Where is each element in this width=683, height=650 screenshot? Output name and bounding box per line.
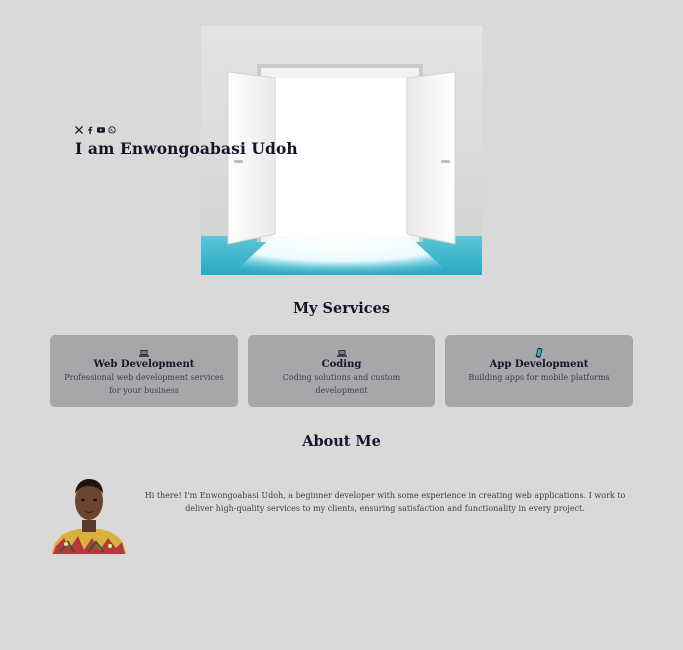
service-card-web-development[interactable]: Web Development Professional web develop…: [50, 335, 238, 407]
services-heading: My Services: [292, 300, 390, 317]
mobile-phone-icon: [533, 344, 545, 358]
service-description: Coding solutions and custom development: [282, 373, 401, 395]
service-title: Coding: [321, 359, 362, 370]
laptop-icon: [138, 344, 150, 357]
facebook-icon[interactable]: [86, 126, 94, 134]
youtube-icon[interactable]: [97, 126, 105, 134]
laptop-icon: [336, 344, 348, 357]
service-description: Building apps for mobile platforms: [468, 373, 610, 382]
portfolio-page: I am Enwongoabasi Udoh My Services Web D…: [0, 0, 683, 650]
about-heading: About Me: [302, 433, 381, 450]
service-description: Professional web development services fo…: [64, 373, 224, 395]
service-title: App Development: [489, 359, 589, 370]
x-icon[interactable]: [75, 126, 83, 134]
hero-heading: I am Enwongoabasi Udoh: [75, 139, 298, 158]
social-links: [75, 125, 116, 135]
service-title: Web Development: [93, 359, 195, 370]
service-card-app-development[interactable]: App Development Building apps for mobile…: [445, 335, 633, 407]
about-description: Hi there! I'm Enwongoabasi Udoh, a begin…: [144, 491, 626, 513]
whatsapp-icon[interactable]: [108, 126, 116, 134]
service-card-coding[interactable]: Coding Coding solutions and custom devel…: [248, 335, 435, 407]
profile-photo: [50, 476, 127, 554]
